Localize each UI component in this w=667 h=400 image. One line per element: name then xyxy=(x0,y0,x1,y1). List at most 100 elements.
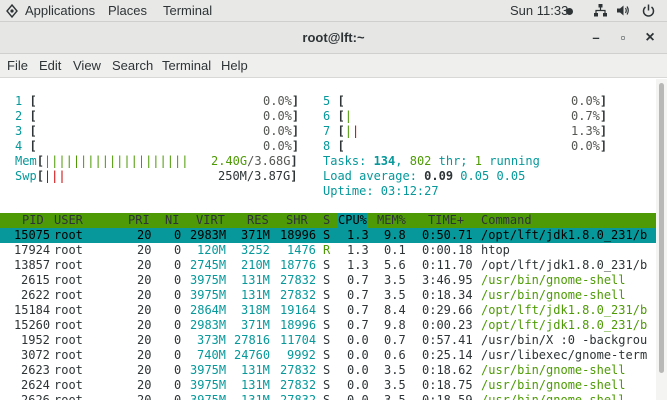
terminal-scrollbar[interactable] xyxy=(656,79,667,400)
process-s: S xyxy=(323,348,331,362)
process-mem: 0.7 xyxy=(384,333,406,347)
menu-edit[interactable]: Edit xyxy=(39,58,61,73)
power-icon[interactable] xyxy=(641,3,656,18)
process-virt: 3975M xyxy=(190,363,227,377)
cpu-meter: 5 [ xyxy=(323,94,345,108)
column-mem[interactable]: MEM% xyxy=(377,213,406,228)
menu-file[interactable]: File xyxy=(7,58,28,73)
process-ni: 0 xyxy=(174,303,182,317)
process-cmd: /usr/bin/gnome-shell xyxy=(481,288,626,302)
menu-view[interactable]: View xyxy=(73,58,101,73)
column-time[interactable]: TIME+ xyxy=(428,213,464,228)
column-cpu-sorted[interactable]: CPU% xyxy=(338,213,367,228)
process-virt: 3975M xyxy=(190,273,227,287)
network-icon[interactable] xyxy=(593,3,608,18)
swap-meter-value: 250M/3.87G] xyxy=(218,169,298,183)
places-menu[interactable]: Places xyxy=(108,3,147,18)
process-virt: 120M xyxy=(197,243,226,257)
memory-meter: Mem[|||||||||||||||||||| xyxy=(15,154,189,168)
process-pid: 1952 xyxy=(21,333,50,347)
process-s: S xyxy=(323,318,331,332)
column-command[interactable]: Command xyxy=(481,213,532,228)
process-ni: 0 xyxy=(174,363,182,377)
column-shr[interactable]: SHR xyxy=(286,213,308,228)
process-res: 131M xyxy=(241,363,270,377)
process-mem: 5.6 xyxy=(384,258,406,272)
menu-terminal[interactable]: Terminal xyxy=(162,58,211,73)
column-pid[interactable]: PID xyxy=(22,213,44,228)
cpu-meter-percent: 0.0%] xyxy=(571,94,608,108)
column-pri[interactable]: PRI xyxy=(128,213,150,228)
process-mem: 3.5 xyxy=(384,288,406,302)
process-time: 3:46.95 xyxy=(422,273,473,287)
cpu-meter-percent: 1.3%] xyxy=(571,124,608,138)
cpu-meter-percent: 0.0%] xyxy=(263,109,300,123)
process-shr: 18996 xyxy=(280,228,317,242)
process-s: R xyxy=(323,243,331,257)
terminal-app-menu[interactable]: Terminal xyxy=(163,3,212,18)
process-virt: 2983M xyxy=(190,318,227,332)
scrollbar-thumb[interactable] xyxy=(659,83,664,373)
window-titlebar[interactable]: root@lft:~ – ▫ × xyxy=(0,22,667,54)
process-shr: 1476 xyxy=(287,243,316,257)
process-time: 0:00.18 xyxy=(422,243,473,257)
column-user[interactable]: USER xyxy=(54,213,83,228)
minimize-button[interactable]: – xyxy=(586,28,606,48)
process-s: S xyxy=(323,393,331,400)
process-user: root xyxy=(54,288,83,302)
process-user: root xyxy=(54,258,83,272)
process-time: 0:11.70 xyxy=(422,258,473,272)
process-pri: 20 xyxy=(137,288,152,302)
process-shr: 27832 xyxy=(280,288,317,302)
process-user: root xyxy=(54,318,83,332)
menubar: File Edit View Search Terminal Help xyxy=(0,54,667,78)
process-mem: 3.5 xyxy=(384,273,406,287)
process-cmd: /usr/bin/X :0 -backgrou xyxy=(481,333,648,347)
process-shr: 18996 xyxy=(280,318,317,332)
column-res[interactable]: RES xyxy=(247,213,269,228)
maximize-button[interactable]: ▫ xyxy=(613,28,633,48)
menu-help[interactable]: Help xyxy=(221,58,248,73)
process-virt: 3975M xyxy=(190,288,227,302)
process-shr: 27832 xyxy=(280,273,317,287)
process-res: 131M xyxy=(241,378,270,392)
process-virt: 373M xyxy=(197,333,226,347)
applications-icon xyxy=(6,4,18,18)
process-res: 24760 xyxy=(234,348,271,362)
process-shr: 27832 xyxy=(280,378,317,392)
process-pri: 20 xyxy=(137,303,152,317)
cpu-meter: 6 [| xyxy=(323,109,352,123)
process-res: 210M xyxy=(241,258,270,272)
cpu-meter-percent: 0.0%] xyxy=(263,94,300,108)
volume-icon[interactable] xyxy=(615,3,630,18)
column-ni[interactable]: NI xyxy=(165,213,179,228)
process-virt: 2983M xyxy=(190,228,227,242)
close-button[interactable]: × xyxy=(640,28,660,48)
process-s: S xyxy=(323,363,331,377)
window-title: root@lft:~ xyxy=(302,30,365,45)
column-state[interactable]: S xyxy=(323,213,330,228)
clock[interactable]: Sun 11:33 xyxy=(510,3,568,18)
process-pri: 20 xyxy=(137,333,152,347)
process-cpu: 0.0 xyxy=(347,333,369,347)
process-pri: 20 xyxy=(137,258,152,272)
process-ni: 0 xyxy=(174,273,182,287)
swap-meter: Swp[||| xyxy=(15,169,66,183)
process-virt: 740M xyxy=(197,348,226,362)
process-time: 0:00.23 xyxy=(422,318,473,332)
applications-menu[interactable]: Applications xyxy=(25,3,95,18)
column-virt[interactable]: VIRT xyxy=(196,213,225,228)
process-cpu: 0.0 xyxy=(347,393,369,400)
cpu-meter: 4 [ xyxy=(15,139,37,153)
process-mem: 0.1 xyxy=(384,243,406,257)
process-res: 3252 xyxy=(241,243,270,257)
terminal-view[interactable]: 1 [ 0.0%] 2 [ 0.0%] 3 [ 0.0%] 4 [ 0.0%] … xyxy=(0,79,667,400)
process-mem: 0.6 xyxy=(384,348,406,362)
process-cpu: 1.3 xyxy=(347,228,369,242)
process-user: root xyxy=(54,348,83,362)
process-shr: 9992 xyxy=(287,348,316,362)
process-pid: 3072 xyxy=(21,348,50,362)
process-user: root xyxy=(54,243,83,257)
menu-search[interactable]: Search xyxy=(112,58,153,73)
process-ni: 0 xyxy=(174,318,182,332)
